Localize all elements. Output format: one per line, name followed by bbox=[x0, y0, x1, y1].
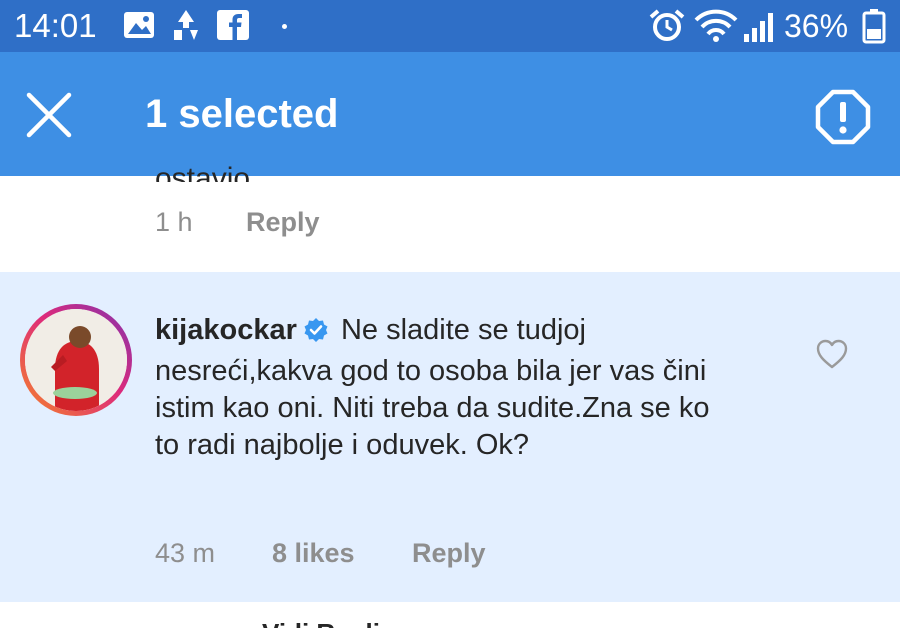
selection-app-bar: 1 selected bbox=[0, 52, 900, 176]
comment-item: Vidi Replies bbox=[0, 602, 900, 628]
comment-time: 1 h bbox=[155, 207, 193, 237]
report-icon bbox=[815, 89, 871, 145]
view-replies-cut[interactable]: Vidi Replies bbox=[262, 620, 409, 628]
avatar-image bbox=[25, 309, 127, 411]
facebook-icon bbox=[216, 8, 250, 47]
reply-button[interactable]: Reply bbox=[412, 537, 486, 569]
reply-button[interactable]: Reply bbox=[246, 206, 320, 238]
comment-username[interactable]: kijakockar bbox=[155, 314, 297, 346]
status-time: 14:01 bbox=[14, 7, 97, 44]
close-icon bbox=[26, 92, 72, 138]
avatar bbox=[25, 309, 127, 411]
comment-time: 43 m bbox=[155, 538, 216, 568]
selected-comment[interactable]: kijakockar Ne sladite se tudjoj nesreći,… bbox=[0, 272, 900, 602]
heart-icon bbox=[816, 339, 848, 369]
alarm-icon bbox=[648, 8, 686, 49]
comment-text-block: kijakockar Ne sladite se tudjoj nesreći,… bbox=[155, 312, 735, 464]
likes-count-button[interactable]: 8 likes bbox=[272, 537, 355, 569]
recycle-icon bbox=[170, 8, 202, 47]
like-button[interactable] bbox=[815, 338, 851, 372]
wifi-icon bbox=[694, 8, 738, 49]
battery-icon bbox=[862, 8, 886, 49]
status-bar: 14:01 36% bbox=[0, 0, 900, 52]
battery-percent: 36% bbox=[784, 8, 849, 44]
close-selection-button[interactable] bbox=[18, 84, 80, 146]
selection-title: 1 selected bbox=[145, 92, 339, 136]
signal-icon bbox=[742, 8, 778, 49]
avatar-story-ring[interactable] bbox=[20, 304, 132, 416]
report-button[interactable] bbox=[810, 84, 876, 150]
comment-item: ostavio. 1 h Reply bbox=[0, 164, 900, 272]
comment-text-cut: ostavio. bbox=[155, 164, 259, 182]
verified-badge-icon bbox=[303, 316, 329, 353]
notification-dot bbox=[282, 24, 287, 29]
gallery-icon bbox=[122, 8, 156, 47]
